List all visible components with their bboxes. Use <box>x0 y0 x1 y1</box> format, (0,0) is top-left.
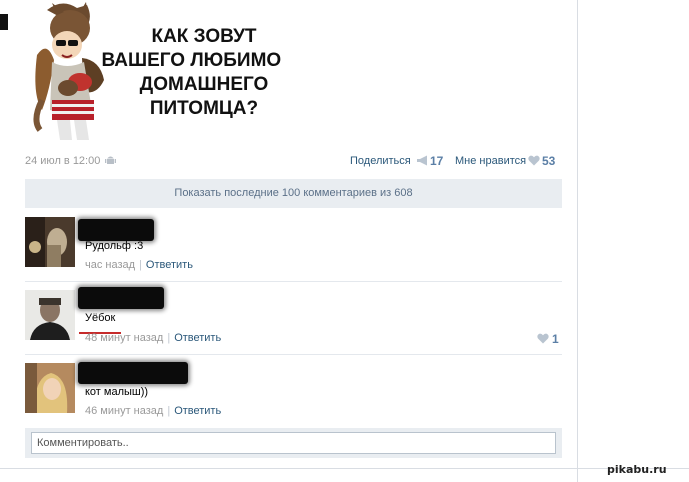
image-caption-line-3: ДОМАШНЕГО <box>140 74 269 95</box>
comment-text: Рудольф :3 <box>85 240 144 252</box>
like-count: 53 <box>542 154 556 168</box>
android-icon <box>105 156 116 164</box>
comment-meta: час назад | Ответить <box>85 259 193 271</box>
comment-input[interactable] <box>31 432 556 454</box>
comment-meta: 46 минут назад | Ответить <box>85 405 221 417</box>
comment-meta: 48 минут назад | Ответить <box>85 332 221 344</box>
comment-item: Рудольф :3 час назад | Ответить <box>25 217 562 275</box>
share-button[interactable]: Поделиться <box>350 155 411 167</box>
like-button[interactable]: Мне нравится <box>455 155 526 167</box>
separator: | <box>167 332 171 344</box>
comment-time[interactable]: 48 минут назад <box>85 332 163 344</box>
show-more-comments-button[interactable]: Показать последние 100 комментариев из 6… <box>25 179 562 208</box>
avatar[interactable] <box>25 217 75 267</box>
comment-text: Уёбок <box>85 312 116 324</box>
comment-divider <box>25 281 562 282</box>
corner-mark <box>0 14 8 30</box>
share-count: 17 <box>430 154 444 168</box>
megaphone-icon[interactable] <box>416 155 429 166</box>
reply-button[interactable]: Ответить <box>174 332 221 344</box>
comment-time[interactable]: 46 минут назад <box>85 405 163 417</box>
separator: | <box>167 405 171 417</box>
avatar[interactable] <box>25 363 75 413</box>
heart-icon[interactable] <box>528 155 540 166</box>
image-caption-line-2: ВАШЕГО ЛЮБИМОГО <box>102 50 282 71</box>
post-date[interactable]: 24 июл в 12:00 <box>25 155 100 167</box>
comment-like-count: 1 <box>552 332 559 346</box>
comment-item: Уёбок 48 минут назад | Ответить 1 <box>25 287 562 348</box>
heart-icon[interactable] <box>537 333 549 344</box>
separator: | <box>139 259 142 271</box>
column-divider <box>577 0 578 482</box>
watermark: pikabu.ru <box>607 463 667 476</box>
comment-time[interactable]: час назад <box>85 259 135 271</box>
reply-button[interactable]: Ответить <box>146 259 193 271</box>
comment-item: кот малыш)) 46 минут назад | Ответить <box>25 362 562 421</box>
post-image[interactable]: КАК ЗОВУТ ВАШЕГО ЛЮБИМОГО ДОМАШНЕГО ПИТО… <box>22 0 282 145</box>
comment-text: кот малыш)) <box>85 386 149 398</box>
redacted-author-name <box>78 287 164 309</box>
comment-composer <box>25 428 562 458</box>
reply-button[interactable]: Ответить <box>174 405 221 417</box>
image-caption-line-1: КАК ЗОВУТ <box>151 26 256 47</box>
avatar[interactable] <box>25 290 75 340</box>
bottom-divider <box>0 468 689 469</box>
post-meta-row: 24 июл в 12:00 Поделиться 17 Мне нравитс… <box>25 153 562 169</box>
comment-divider <box>25 354 562 355</box>
image-caption-line-4: ПИТОМЦА? <box>150 98 258 119</box>
redacted-author-name <box>78 362 188 384</box>
redacted-author-name <box>78 219 154 241</box>
